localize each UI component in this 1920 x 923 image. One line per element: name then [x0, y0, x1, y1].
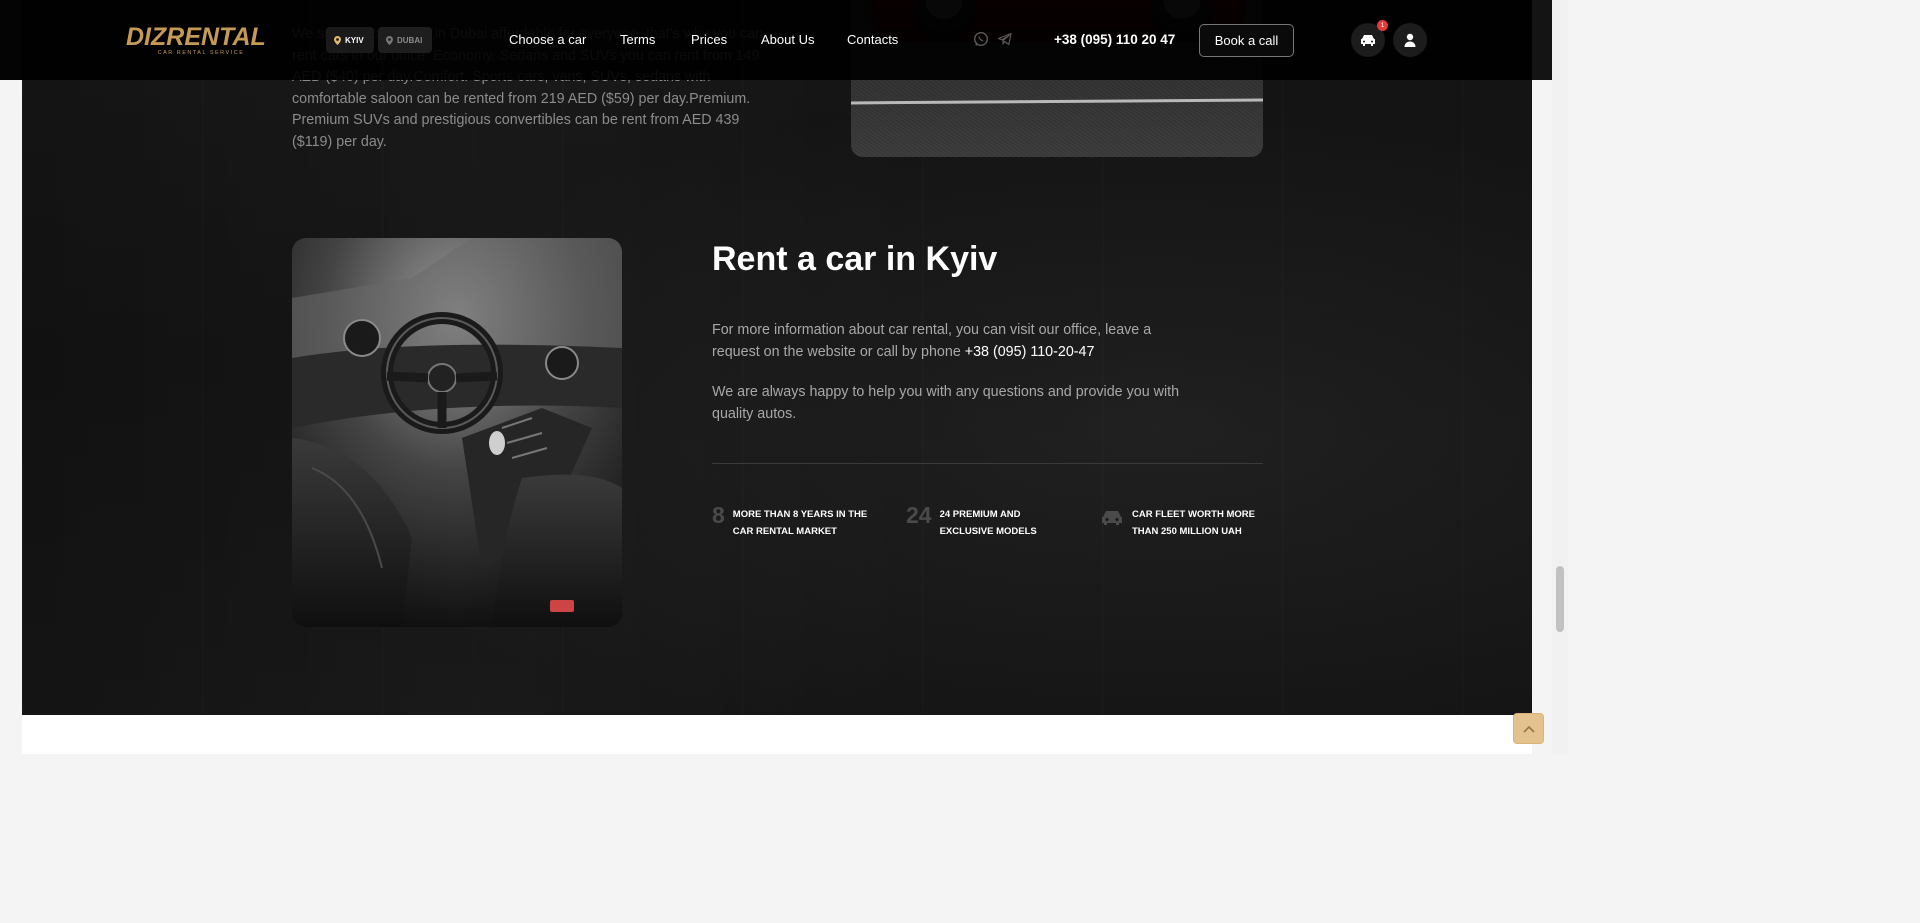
stat-models: 24 24 PREMIUM AND EXCLUSIVE MODELS	[906, 503, 1037, 540]
cart-count-badge: 1	[1377, 20, 1388, 31]
stat-number: 8	[712, 502, 725, 528]
contact-phone-link[interactable]: +38 (095) 110-20-47	[965, 344, 1095, 360]
contact-paragraph: For more information about car rental, y…	[712, 319, 1192, 363]
user-account-button[interactable]	[1393, 23, 1427, 57]
city-dubai-button[interactable]: DUBAI	[378, 27, 433, 53]
logo-text: DIZRENTAL	[126, 23, 266, 51]
header-phone[interactable]: +38 (095) 110 20 47	[1054, 32, 1175, 47]
nav-terms[interactable]: Terms	[620, 32, 655, 47]
whatsapp-icon[interactable]	[973, 31, 989, 47]
city-kyiv-label: KYIV	[345, 35, 364, 45]
page-scrollbar[interactable]	[1552, 0, 1568, 754]
chevron-up-icon	[1522, 725, 1535, 733]
section-divider	[712, 463, 1263, 464]
stat-number: 24	[906, 502, 932, 528]
stat-fleet: CAR FLEET WORTH MORE THAN 250 MILLION UA…	[1100, 503, 1255, 540]
user-icon	[1404, 33, 1416, 47]
next-section-start	[22, 715, 1532, 754]
city-dubai-label: DUBAI	[397, 35, 423, 45]
cart-button[interactable]: 1	[1351, 20, 1388, 57]
city-kyiv-button[interactable]: KYIV	[326, 27, 374, 53]
stat-label: MORE THAN 8 YEARS IN THE CAR RENTAL MARK…	[732, 509, 868, 537]
car-icon	[1102, 511, 1122, 525]
car-interior-image	[292, 238, 622, 627]
car-icon	[1361, 35, 1375, 46]
stat-years: 8 MORE THAN 8 YEARS IN THE CAR RENTAL MA…	[712, 503, 867, 540]
site-header: DIZRENTAL CAR RENTAL SERVICE KYIV DUBAI …	[0, 0, 1552, 80]
logo[interactable]: DIZRENTAL CAR RENTAL SERVICE	[126, 24, 276, 58]
scrollbar-thumb[interactable]	[1556, 566, 1564, 632]
nav-about-us[interactable]: About Us	[761, 32, 814, 47]
nav-contacts[interactable]: Contacts	[847, 32, 898, 47]
stat-label: 24 PREMIUM AND EXCLUSIVE MODELS	[939, 509, 1037, 537]
section-title: Rent a car in Kyiv	[712, 240, 998, 278]
stat-label: CAR FLEET WORTH MORE THAN 250 MILLION UA…	[1132, 509, 1255, 537]
book-a-call-button[interactable]: Book a call	[1199, 24, 1294, 57]
nav-prices[interactable]: Prices	[691, 32, 727, 47]
help-paragraph: We are always happy to help you with any…	[712, 384, 1180, 422]
location-pin-icon	[334, 35, 341, 45]
scroll-to-top-button[interactable]	[1513, 713, 1544, 744]
location-pin-icon	[386, 35, 393, 45]
telegram-icon[interactable]	[997, 31, 1013, 47]
nav-choose-a-car[interactable]: Choose a car	[509, 32, 586, 47]
